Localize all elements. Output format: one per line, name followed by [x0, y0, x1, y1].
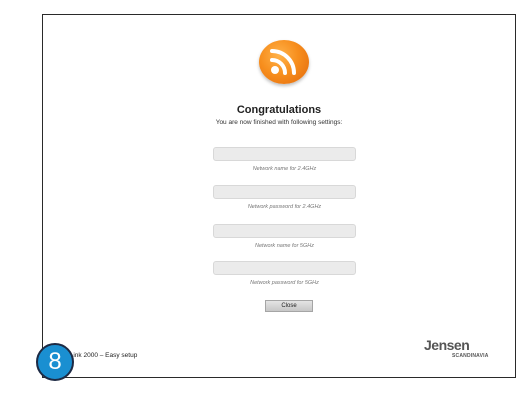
network-name-5ghz-field[interactable]	[213, 224, 356, 238]
network-name-24ghz-field[interactable]	[213, 147, 356, 161]
network-name-5ghz-caption: Network name for 5GHz	[255, 243, 314, 249]
brand-logo: Jensen	[424, 337, 470, 353]
brand-subtitle: SCANDINAVIA	[452, 353, 489, 359]
page-title: Congratulations	[236, 104, 322, 116]
page-subtitle: You are now finished with following sett…	[215, 119, 343, 126]
network-password-5ghz-field[interactable]	[213, 261, 356, 275]
network-password-24ghz-caption: Network password for 2.4GHz	[247, 204, 322, 210]
network-password-24ghz-field[interactable]	[213, 185, 356, 199]
network-password-5ghz-caption: Network password for 5GHz	[250, 280, 319, 286]
close-button[interactable]: Close	[265, 300, 313, 312]
step-number-badge: 8	[36, 343, 74, 381]
wifi-signal-icon	[259, 40, 309, 84]
network-name-24ghz-caption: Network name for 2.4GHz	[252, 166, 317, 172]
